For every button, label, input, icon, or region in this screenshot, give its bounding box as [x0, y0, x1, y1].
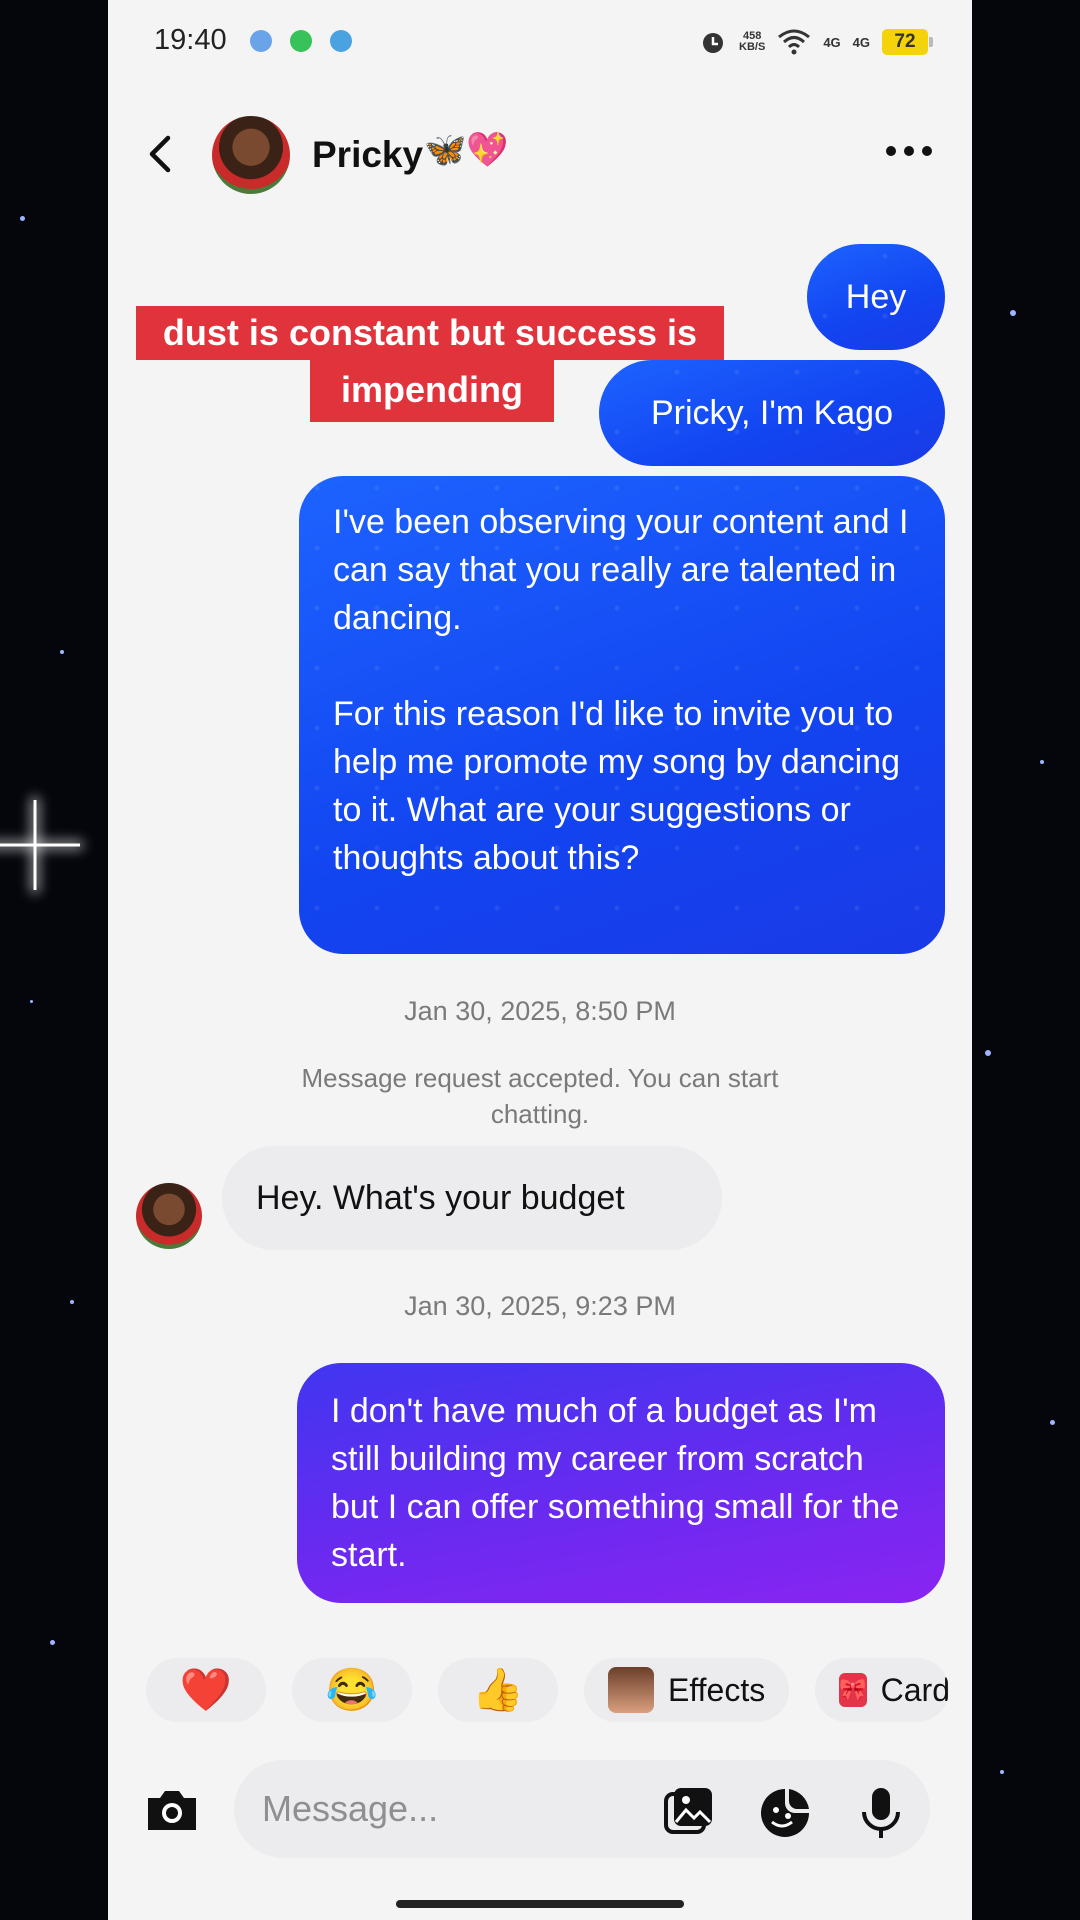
contact-avatar[interactable]	[212, 116, 290, 194]
video-caption-line2: impending	[310, 360, 554, 422]
notification-app-icon	[250, 30, 272, 52]
telegram-icon	[330, 30, 352, 52]
message-timestamp: Jan 30, 2025, 9:23 PM	[404, 1291, 676, 1321]
heart-reaction-button[interactable]: ❤️	[146, 1658, 266, 1722]
outgoing-message[interactable]: I don't have much of a budget as I'm sti…	[297, 1363, 945, 1603]
signal-icon-2: 4G	[852, 34, 870, 50]
thumbs-up-reaction-button[interactable]: 👍	[438, 1658, 558, 1722]
wifi-icon	[778, 29, 811, 55]
sticker-icon[interactable]	[758, 1786, 812, 1840]
gallery-icon[interactable]	[662, 1786, 716, 1840]
message-composer	[108, 1756, 972, 1862]
more-options-icon[interactable]	[886, 146, 932, 156]
outgoing-message[interactable]: Hey	[807, 244, 945, 350]
effects-icon	[608, 1667, 654, 1713]
outgoing-message[interactable]: Pricky, I'm Kago	[599, 360, 945, 466]
contact-avatar-small[interactable]	[136, 1183, 202, 1249]
video-caption-line1: dust is constant but success is	[136, 306, 724, 360]
incoming-message[interactable]: Hey. What's your budget	[222, 1146, 722, 1250]
microphone-icon[interactable]	[854, 1786, 908, 1840]
status-bar: 19:40 458 KB/S 4G 4G 72	[108, 0, 972, 86]
laugh-reaction-button[interactable]: 😂	[292, 1658, 412, 1722]
system-message: Message request accepted. You can start …	[301, 1063, 779, 1129]
outgoing-message[interactable]: I've been observing your content and I c…	[299, 476, 945, 954]
contact-name[interactable]: Pricky	[312, 134, 423, 176]
signal-icon-1: 4G	[823, 34, 841, 50]
whatsapp-icon	[290, 30, 312, 52]
cards-button[interactable]: 🎀 Card	[815, 1658, 950, 1722]
message-input[interactable]	[234, 1760, 930, 1858]
battery-indicator: 72	[882, 29, 933, 55]
phone-screen: 19:40 458 KB/S 4G 4G 72 Pricky 🦋💖 dust i…	[108, 0, 972, 1920]
back-arrow-icon[interactable]	[136, 130, 184, 178]
quick-reactions-bar: ❤️ 😂 👍 Effects 🎀 Card	[146, 1658, 950, 1722]
contact-name-emoji: 🦋💖	[424, 131, 509, 169]
gift-card-icon: 🎀	[839, 1673, 867, 1707]
status-time: 19:40	[154, 24, 227, 56]
chat-header: Pricky 🦋💖	[108, 100, 972, 210]
effects-button[interactable]: Effects	[584, 1658, 790, 1722]
camera-icon[interactable]	[144, 1786, 200, 1834]
network-speed: 458 KB/S	[739, 30, 766, 53]
message-timestamp: Jan 30, 2025, 8:50 PM	[404, 996, 676, 1026]
alarm-icon	[703, 33, 724, 53]
home-indicator[interactable]	[396, 1900, 684, 1908]
